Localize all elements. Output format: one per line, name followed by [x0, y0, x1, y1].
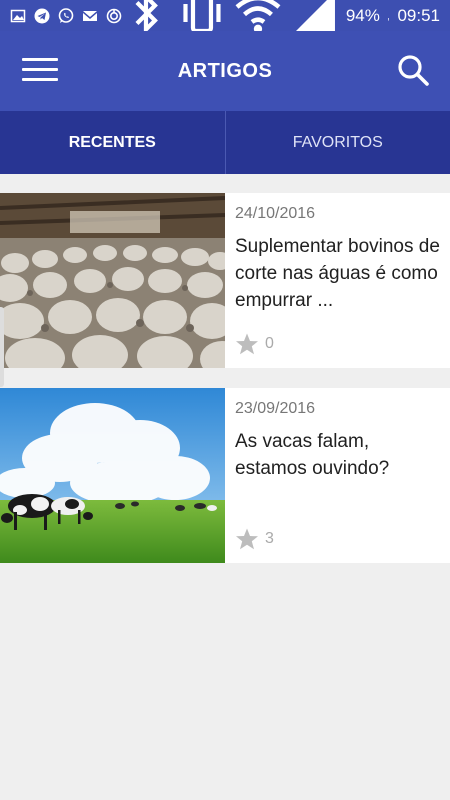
favorite-count: 3 [265, 530, 274, 547]
article-card[interactable]: 23/09/2016 As vacas falam, estamos ouvin… [0, 388, 450, 563]
article-date: 23/09/2016 [235, 400, 316, 417]
status-bar: 94% 09:51 [0, 0, 450, 35]
article-thumbnail-cows[interactable] [0, 388, 225, 563]
favorite-count: 0 [265, 335, 274, 352]
article-card[interactable]: 24/10/2016 Suplementar bovinos de corte … [0, 193, 450, 368]
search-icon[interactable] [396, 53, 430, 87]
image-icon [10, 8, 26, 24]
sync-icon [106, 8, 122, 24]
tab-bar: RECENTES FAVORITOS [0, 111, 450, 174]
article-title[interactable]: Suplementar bovinos de corte nas águas é… [235, 233, 440, 314]
page-title: ARTIGOS [177, 59, 273, 82]
star-icon[interactable] [235, 527, 259, 551]
whatsapp-icon [58, 7, 74, 24]
notification-icons [10, 7, 122, 24]
gmail-icon [82, 8, 98, 24]
drawer-edge-handle[interactable] [0, 307, 4, 387]
favorite-counter: 3 [235, 527, 274, 551]
article-thumbnail-cattle[interactable] [0, 193, 225, 368]
battery-icon [387, 6, 390, 26]
tab-recentes[interactable]: RECENTES [0, 111, 225, 174]
app-bar: ARTIGOS [0, 31, 450, 111]
tab-favoritos[interactable]: FAVORITOS [226, 111, 450, 174]
hamburger-menu-icon[interactable] [22, 58, 58, 84]
clock: 09:51 [397, 5, 440, 25]
telegram-icon [34, 8, 50, 24]
article-title[interactable]: As vacas falam, estamos ouvindo? [235, 428, 440, 482]
star-icon[interactable] [235, 332, 259, 356]
battery-percentage: 94% [345, 5, 380, 25]
article-content: 24/10/2016 Suplementar bovinos de corte … [225, 193, 450, 368]
favorite-counter: 0 [235, 332, 274, 356]
article-content: 23/09/2016 As vacas falam, estamos ouvin… [225, 388, 450, 563]
article-date: 24/10/2016 [235, 205, 316, 222]
